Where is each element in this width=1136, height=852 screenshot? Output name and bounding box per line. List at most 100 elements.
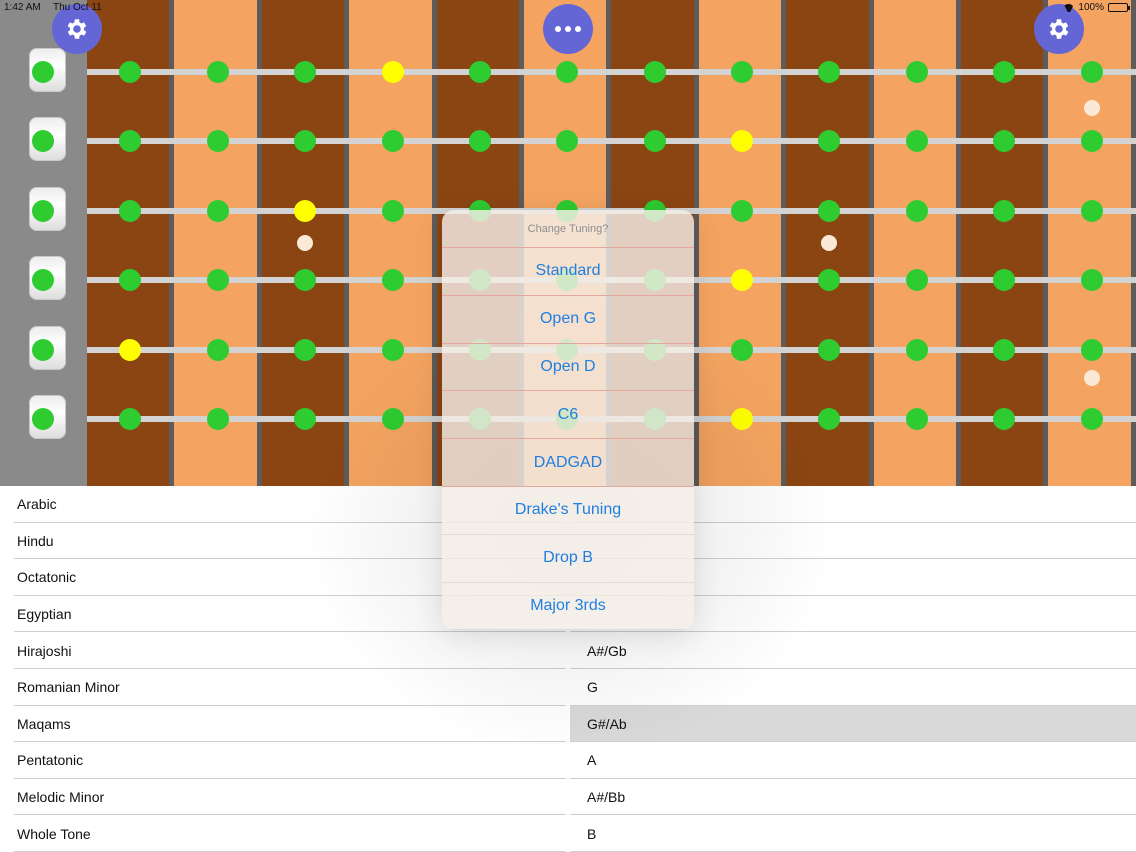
note-dot[interactable] <box>1081 200 1103 222</box>
note-dot[interactable] <box>119 200 141 222</box>
scale-row[interactable]: Pentatonic <box>0 742 566 779</box>
note-dot[interactable] <box>993 269 1015 291</box>
note-dot[interactable] <box>644 61 666 83</box>
scale-row[interactable]: Melodic Minor <box>0 779 566 816</box>
key-row[interactable]: G#/Ab <box>570 705 1136 743</box>
note-dot[interactable] <box>207 130 229 152</box>
note-dot[interactable] <box>1081 269 1103 291</box>
tuning-option[interactable]: Open D <box>442 344 694 392</box>
note-dot[interactable] <box>119 61 141 83</box>
open-string-note-dot[interactable] <box>32 200 54 222</box>
note-dot[interactable] <box>1081 408 1103 430</box>
fret-inlay-marker <box>1084 100 1100 116</box>
note-dot[interactable] <box>294 269 316 291</box>
note-dot[interactable] <box>469 130 491 152</box>
key-row[interactable]: B <box>570 815 1136 852</box>
note-dot[interactable] <box>906 130 928 152</box>
note-dot[interactable] <box>818 61 840 83</box>
ellipsis-icon <box>555 26 581 32</box>
note-dot[interactable] <box>906 339 928 361</box>
popover-title: Change Tuning? <box>442 210 694 248</box>
note-dot[interactable] <box>731 200 753 222</box>
note-dot[interactable] <box>207 61 229 83</box>
status-right: 100% <box>1063 2 1130 13</box>
note-dot[interactable] <box>119 130 141 152</box>
battery-percent: 100% <box>1078 2 1104 13</box>
note-dot[interactable] <box>731 61 753 83</box>
note-dot[interactable] <box>119 269 141 291</box>
note-dot[interactable] <box>993 61 1015 83</box>
tuning-option[interactable]: Open G <box>442 296 694 344</box>
root-note-dot[interactable] <box>731 130 753 152</box>
status-date: Thu Oct 11 <box>53 2 102 13</box>
note-dot[interactable] <box>731 339 753 361</box>
open-string-note-dot[interactable] <box>32 339 54 361</box>
scale-row[interactable]: Maqams <box>0 706 566 743</box>
tuning-option[interactable]: DADGAD <box>442 439 694 487</box>
scale-row[interactable]: Whole Tone <box>0 815 566 852</box>
note-dot[interactable] <box>818 200 840 222</box>
open-string-note-dot[interactable] <box>32 130 54 152</box>
note-dot[interactable] <box>993 408 1015 430</box>
key-row[interactable]: A#/Bb <box>570 779 1136 816</box>
string-2 <box>87 138 1136 144</box>
note-dot[interactable] <box>382 269 404 291</box>
root-note-dot[interactable] <box>294 200 316 222</box>
note-dot[interactable] <box>993 200 1015 222</box>
note-dot[interactable] <box>818 269 840 291</box>
open-string-note-dot[interactable] <box>32 61 54 83</box>
fret-inlay-marker <box>1084 370 1100 386</box>
status-bar: 1:42 AM Thu Oct 11 100% <box>0 0 1136 16</box>
note-dot[interactable] <box>382 408 404 430</box>
key-row[interactable]: A <box>570 742 1136 779</box>
note-dot[interactable] <box>294 339 316 361</box>
scale-row[interactable]: Hirajoshi <box>0 632 566 669</box>
key-row[interactable]: A#/Gb <box>570 632 1136 669</box>
note-dot[interactable] <box>469 61 491 83</box>
root-note-dot[interactable] <box>731 269 753 291</box>
note-dot[interactable] <box>906 200 928 222</box>
note-dot[interactable] <box>382 200 404 222</box>
note-dot[interactable] <box>818 339 840 361</box>
battery-icon <box>1108 3 1130 12</box>
note-dot[interactable] <box>294 408 316 430</box>
note-dot[interactable] <box>294 61 316 83</box>
note-dot[interactable] <box>207 339 229 361</box>
scale-row[interactable]: Romanian Minor <box>0 669 566 706</box>
open-string-note-dot[interactable] <box>32 269 54 291</box>
note-dot[interactable] <box>556 130 578 152</box>
note-dot[interactable] <box>119 408 141 430</box>
note-dot[interactable] <box>993 339 1015 361</box>
tuning-option[interactable]: Drake's Tuning <box>442 487 694 535</box>
note-dot[interactable] <box>906 408 928 430</box>
note-dot[interactable] <box>644 130 666 152</box>
note-dot[interactable] <box>1081 130 1103 152</box>
note-dot[interactable] <box>1081 61 1103 83</box>
root-note-dot[interactable] <box>119 339 141 361</box>
tuning-option[interactable]: Standard <box>442 248 694 296</box>
note-dot[interactable] <box>993 130 1015 152</box>
note-dot[interactable] <box>818 408 840 430</box>
tuning-option[interactable]: Major 3rds <box>442 583 694 630</box>
note-dot[interactable] <box>906 61 928 83</box>
tuning-option[interactable]: C6 <box>442 391 694 440</box>
note-dot[interactable] <box>207 408 229 430</box>
note-dot[interactable] <box>382 339 404 361</box>
wifi-icon <box>1063 4 1074 12</box>
root-note-dot[interactable] <box>731 408 753 430</box>
tuning-option[interactable]: Drop B <box>442 535 694 583</box>
note-dot[interactable] <box>906 269 928 291</box>
string-1 <box>87 69 1136 75</box>
fret-inlay-marker <box>821 235 837 251</box>
note-dot[interactable] <box>382 130 404 152</box>
key-row[interactable]: G <box>570 669 1136 706</box>
note-dot[interactable] <box>294 130 316 152</box>
open-string-note-dot[interactable] <box>32 408 54 430</box>
note-dot[interactable] <box>207 269 229 291</box>
root-note-dot[interactable] <box>382 61 404 83</box>
note-dot[interactable] <box>1081 339 1103 361</box>
note-dot[interactable] <box>207 200 229 222</box>
note-dot[interactable] <box>556 61 578 83</box>
gear-icon <box>64 16 90 42</box>
note-dot[interactable] <box>818 130 840 152</box>
